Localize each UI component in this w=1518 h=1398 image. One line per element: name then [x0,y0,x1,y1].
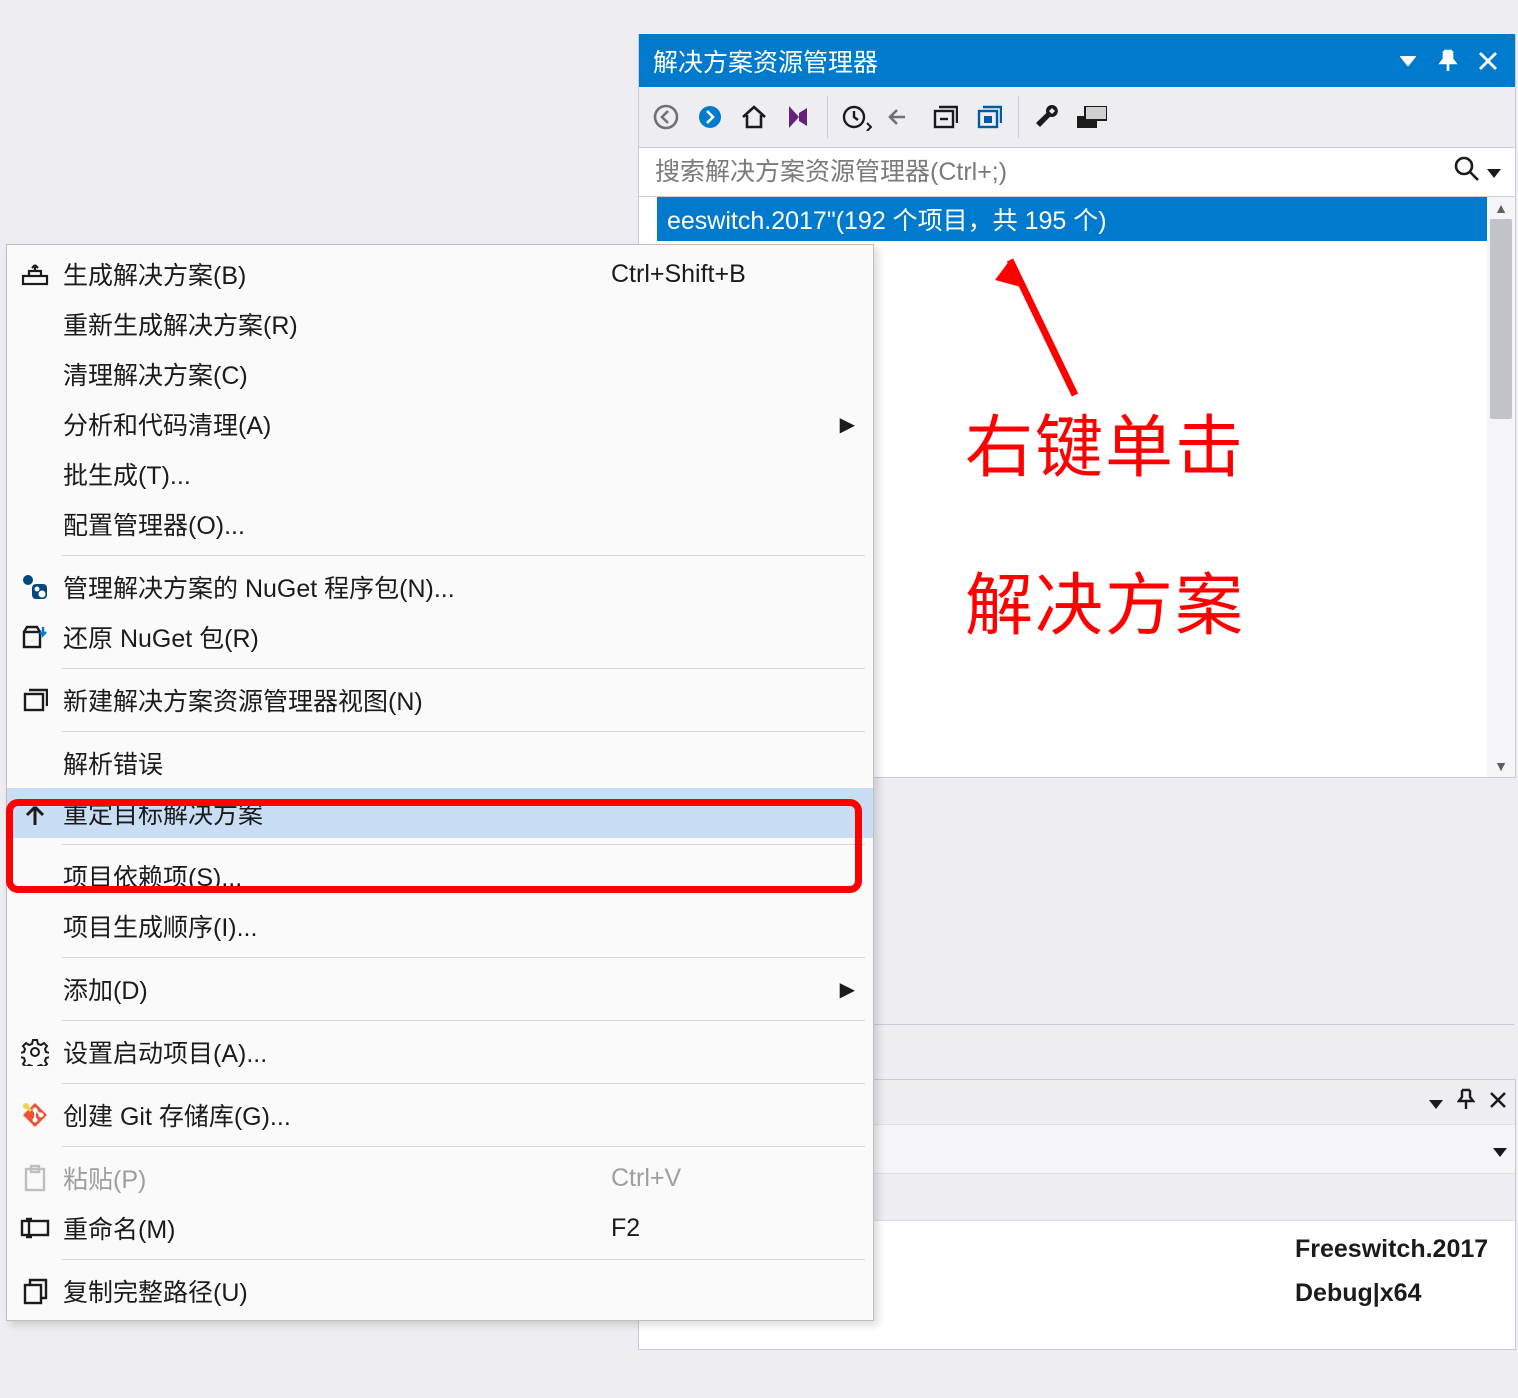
menu-item-label: 还原 NuGet 包(R) [63,619,611,655]
pin-icon[interactable] [1457,1088,1475,1117]
dropdown-icon[interactable] [1389,42,1427,80]
tree-selected-item[interactable]: eeswitch.2017"(192 个项目，共 195 个) [657,197,1497,241]
back-icon[interactable] [645,96,687,138]
menu-item-label: 项目依赖项(S)... [63,858,611,894]
menu-item[interactable]: 创建 Git 存储库(G)... [7,1090,873,1140]
menu-item-label: 重命名(M) [63,1210,611,1246]
menu-separator [62,1259,865,1260]
close-icon[interactable] [1469,42,1507,80]
scroll-down-icon[interactable]: ▼ [1487,755,1515,777]
rename-icon [7,1217,63,1239]
menu-shortcut: F2 [611,1214,821,1243]
menu-item[interactable]: 生成解决方案(B)Ctrl+Shift+B [7,249,873,299]
menu-item[interactable]: 重新生成解决方案(R) [7,299,873,349]
pin-icon[interactable] [1429,42,1467,80]
menu-item[interactable]: 新建解决方案资源管理器视图(N) [7,675,873,725]
menu-item: 粘贴(P)Ctrl+V [7,1153,873,1203]
retgt-icon [7,799,63,827]
menu-item[interactable]: 解析错误 [7,738,873,788]
menu-separator [62,555,865,556]
menu-separator [62,1083,865,1084]
chevron-down-icon[interactable] [1493,1135,1507,1164]
scroll-thumb[interactable] [1490,219,1512,419]
menu-separator [62,1146,865,1147]
menu-item-label: 重新生成解决方案(R) [63,306,611,342]
menu-item-label: 粘贴(P) [63,1160,611,1196]
menu-shortcut: Ctrl+Shift+B [611,260,821,289]
menu-item[interactable]: 批生成(T)... [7,449,873,499]
menu-item-label: 生成解决方案(B) [63,256,611,292]
menu-item-label: 项目生成顺序(I)... [63,908,611,944]
menu-item-label: 分析和代码清理(A) [63,406,611,442]
search-bar [639,148,1515,197]
submenu-arrow-icon: ▶ [821,977,855,1002]
menu-item[interactable]: 清理解决方案(C) [7,349,873,399]
menu-separator [62,668,865,669]
menu-item-label: 新建解决方案资源管理器视图(N) [63,682,611,718]
switch-views-icon[interactable] [777,96,819,138]
gear-icon [7,1038,63,1066]
context-menu: 生成解决方案(B)Ctrl+Shift+B重新生成解决方案(R)清理解决方案(C… [6,244,874,1321]
properties-icon[interactable] [1027,96,1069,138]
menu-item-label: 解析错误 [63,745,611,781]
menu-item-label: 管理解决方案的 NuGet 程序包(N)... [63,569,611,605]
menu-item[interactable]: 管理解决方案的 NuGet 程序包(N)... [7,562,873,612]
scrollbar[interactable]: ▲ ▼ [1487,197,1515,777]
menu-item-label: 批生成(T)... [63,456,611,492]
menu-item[interactable]: 设置启动项目(A)... [7,1027,873,1077]
search-icon[interactable] [1453,155,1487,190]
menu-item-label: 设置启动项目(A)... [63,1034,611,1070]
menu-item[interactable]: 分析和代码清理(A) ▶ [7,399,873,449]
home-icon[interactable] [733,96,775,138]
menu-item[interactable]: 重定目标解决方案 [7,788,873,838]
separator [1018,96,1019,138]
menu-item-label: 清理解决方案(C) [63,356,611,392]
panel-title: 解决方案资源管理器 [653,43,1387,79]
menu-item[interactable]: 重命名(M)F2 [7,1203,873,1253]
menu-item[interactable]: 复制完整路径(U) [7,1266,873,1316]
panel-toolbar [639,87,1515,148]
copy-icon [7,1277,63,1305]
build-icon [7,262,63,286]
menu-item[interactable]: 配置管理器(O)... [7,499,873,549]
dropdown-icon[interactable] [1429,1088,1443,1116]
menu-separator [62,731,865,732]
forward-icon[interactable] [689,96,731,138]
show-all-icon[interactable] [968,96,1010,138]
menu-shortcut: Ctrl+V [611,1164,821,1193]
nuget-icon [7,574,63,600]
menu-item-label: 重定目标解决方案 [63,795,611,831]
menu-separator [62,844,865,845]
submenu-arrow-icon: ▶ [821,412,855,437]
menu-item[interactable]: 项目依赖项(S)... [7,851,873,901]
separator [827,96,828,138]
menu-separator [62,957,865,958]
paste-icon [7,1164,63,1192]
menu-item-label: 复制完整路径(U) [63,1273,611,1309]
panel-titlebar: 解决方案资源管理器 [639,34,1515,87]
menu-item[interactable]: 还原 NuGet 包(R) [7,612,873,662]
git-icon [7,1101,63,1129]
menu-item-label: 创建 Git 存储库(G)... [63,1097,611,1133]
close-icon[interactable] [1489,1088,1507,1116]
chevron-down-icon[interactable] [1487,158,1505,186]
view-icon [7,687,63,713]
search-input[interactable] [653,149,1453,195]
collapse-all-icon[interactable] [924,96,966,138]
undo-icon [880,96,922,138]
restore-icon [7,624,63,650]
menu-item[interactable]: 项目生成顺序(I)... [7,901,873,951]
menu-item[interactable]: 添加(D) ▶ [7,964,873,1014]
menu-item-label: 配置管理器(O)... [63,506,611,542]
preview-icon[interactable] [1071,96,1113,138]
scroll-up-icon[interactable]: ▲ [1487,197,1515,219]
history-icon[interactable] [836,96,878,138]
menu-item-label: 添加(D) [63,971,611,1007]
menu-separator [62,1020,865,1021]
